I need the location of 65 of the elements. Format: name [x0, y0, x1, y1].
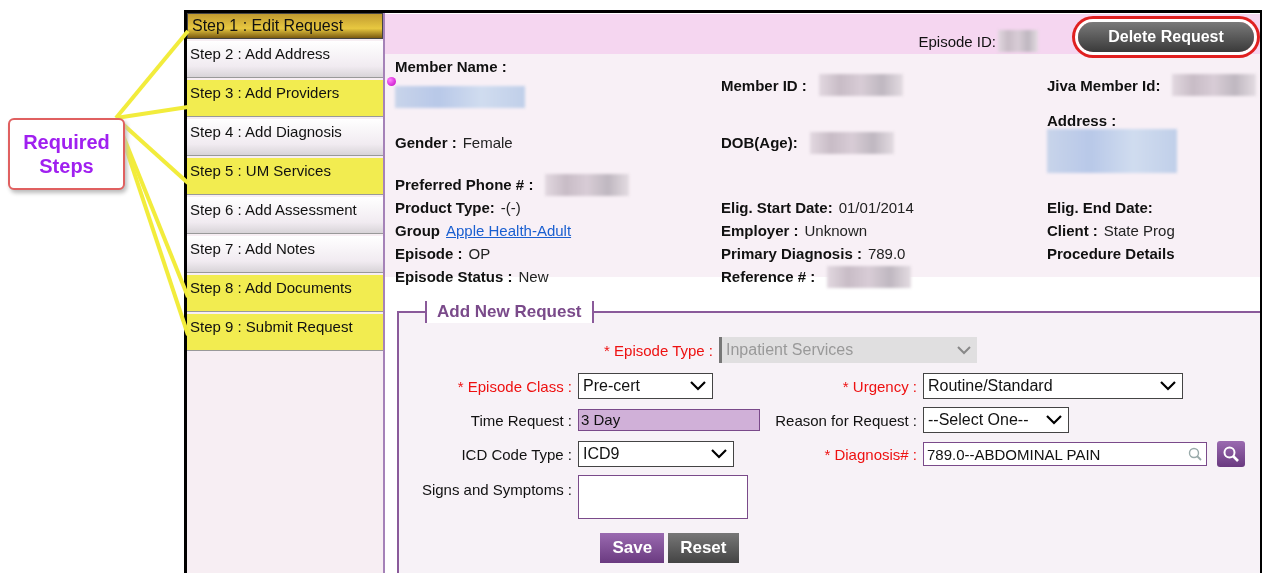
- step-tab[interactable]: Step 2 : Add Address: [187, 41, 383, 78]
- step-tab[interactable]: Step 4 : Add Diagnosis: [187, 119, 383, 156]
- field-label: DOB(Age):: [721, 134, 798, 151]
- select-field[interactable]: --Select One--: [923, 407, 1069, 433]
- field-value: Female: [462, 134, 513, 151]
- field-value: 01/01/2014: [838, 199, 914, 216]
- blurred-value: [998, 30, 1038, 52]
- save-button[interactable]: Save: [600, 533, 665, 563]
- field-label: Signs and Symptoms :: [421, 480, 573, 498]
- field-value: Unknown: [804, 222, 868, 239]
- group-link[interactable]: Apple Health-Adult: [446, 222, 572, 239]
- field-label: Episode :: [395, 245, 463, 262]
- field-value: OP: [468, 245, 491, 262]
- field-value: State Prog: [1103, 222, 1175, 239]
- field-label: Elig. End Date:: [1047, 199, 1153, 216]
- form-title: Add New Request: [425, 301, 594, 323]
- field-value: 789.0: [867, 245, 906, 262]
- field-label: * Episode Type :: [603, 341, 714, 359]
- field-label: Primary Diagnosis :: [721, 245, 862, 262]
- caret-icon: [1046, 415, 1062, 425]
- field-value: -(-): [500, 199, 521, 216]
- field-label: Reference # :: [721, 268, 816, 285]
- select-field[interactable]: ICD9: [578, 441, 734, 467]
- field-label: Jiva Member Id:: [1047, 76, 1161, 94]
- field-label: ICD Code Type :: [461, 445, 573, 463]
- step-tab[interactable]: Step 5 : UM Services: [187, 158, 383, 195]
- field-label: * Episode Class :: [457, 377, 573, 395]
- field-label: Preferred Phone # :: [395, 176, 534, 193]
- search-field[interactable]: 789.0--ABDOMINAL PAIN: [923, 442, 1207, 466]
- field-label: Member Name :: [395, 58, 507, 75]
- select-field[interactable]: Routine/Standard: [923, 373, 1183, 399]
- select-field[interactable]: Pre-cert: [578, 373, 713, 399]
- field-label: Procedure Details: [1047, 245, 1175, 262]
- step-tab[interactable]: Step 1 : Edit Request: [187, 13, 383, 39]
- callout-label: Required Steps: [8, 118, 125, 190]
- step-tab[interactable]: Step 3 : Add Providers: [187, 80, 383, 117]
- search-icon: [1188, 447, 1202, 461]
- caret-icon: [711, 449, 727, 459]
- field-label: Address :: [1047, 112, 1117, 129]
- field-label: Episode Status :: [395, 268, 513, 285]
- field-label: Member ID :: [721, 76, 807, 94]
- caret-icon: [1160, 381, 1176, 391]
- field-label: Elig. Start Date:: [721, 199, 833, 216]
- step-tab[interactable]: Step 9 : Submit Request: [187, 314, 383, 351]
- field-label: * Diagnosis# :: [824, 445, 918, 463]
- step-tab[interactable]: Step 7 : Add Notes: [187, 236, 383, 273]
- input-field[interactable]: 3 Day: [578, 409, 760, 431]
- field-label: Reason for Request :: [775, 411, 918, 429]
- search-icon: [1222, 445, 1240, 463]
- field-label: Gender :: [395, 134, 457, 151]
- episode-id-label: Episode ID:: [918, 33, 996, 50]
- field-label: * Urgency :: [842, 377, 918, 395]
- text-area[interactable]: [578, 475, 748, 519]
- caret-icon: [690, 381, 706, 391]
- field-label: Client :: [1047, 222, 1098, 239]
- field-label: Group: [395, 222, 440, 239]
- reset-button[interactable]: Reset: [668, 533, 739, 563]
- field-value: New: [518, 268, 549, 285]
- caret-icon: [957, 345, 971, 355]
- field-label: Time Request :: [470, 411, 573, 429]
- field-label: Employer :: [721, 222, 799, 239]
- step-tab[interactable]: Step 8 : Add Documents: [187, 275, 383, 312]
- search-button[interactable]: [1217, 441, 1245, 467]
- step-tab[interactable]: Step 6 : Add Assessment: [187, 197, 383, 234]
- field-label: Product Type:: [395, 199, 495, 216]
